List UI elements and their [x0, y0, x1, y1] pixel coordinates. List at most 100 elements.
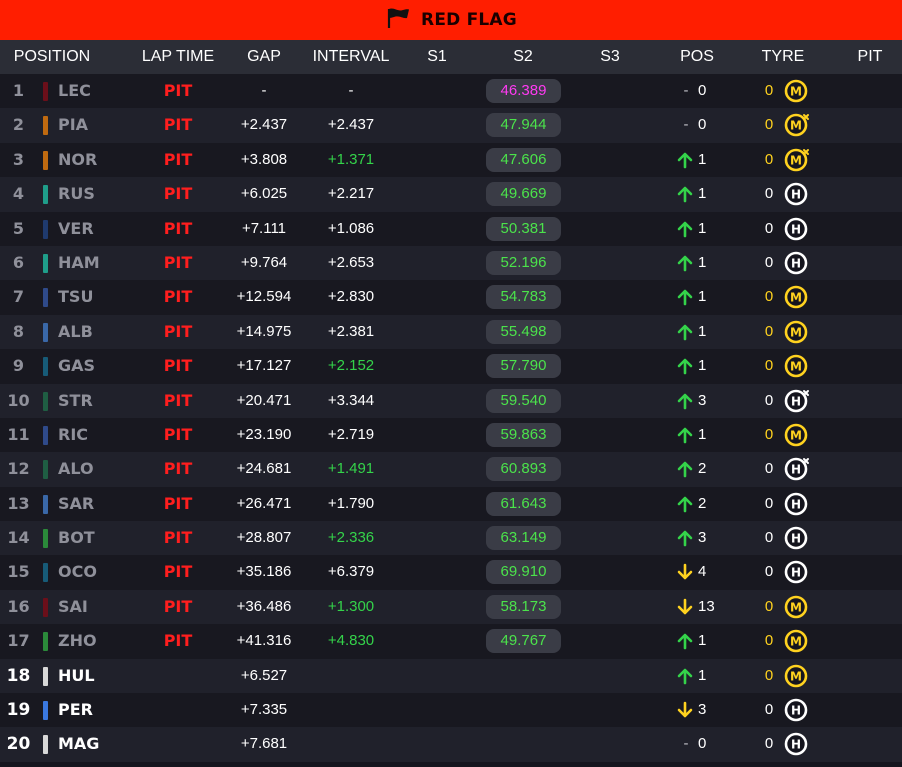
- team-color-bar: [43, 597, 48, 617]
- table-row[interactable]: 14 BOT PIT +28.807 +2.336 63.149 3 0 H: [0, 521, 902, 556]
- tyre-age: 0: [764, 494, 774, 512]
- lap-time-status: PIT: [163, 596, 193, 616]
- col-s2[interactable]: S2: [497, 40, 549, 74]
- col-tyre[interactable]: TYRE: [752, 40, 814, 74]
- team-color-bar: [43, 219, 48, 239]
- position-change: 1: [698, 425, 707, 443]
- driver-code: LEC: [58, 81, 91, 100]
- table-row[interactable]: 2 PIA PIT +2.437 +2.437 47.944-0 0 M: [0, 108, 902, 143]
- position-number: 3: [12, 149, 25, 169]
- sector-2-time: 59.863: [486, 422, 561, 447]
- team-color-bar: [43, 494, 48, 514]
- table-row[interactable]: 12 ALO PIT +24.681 +1.491 60.893 2 0 H: [0, 452, 902, 487]
- col-lap-time[interactable]: LAP TIME: [132, 40, 224, 74]
- table-row[interactable]: 7 TSU PIT +12.594 +2.830 54.783 1 0 M: [0, 280, 902, 315]
- sector-2-time: 47.606: [486, 147, 561, 172]
- driver-code: SAI: [58, 596, 88, 616]
- hard-tyre-icon: H: [783, 559, 811, 585]
- svg-text:H: H: [791, 566, 801, 580]
- lap-time-status: PIT: [163, 424, 193, 444]
- tyre-age: 0: [764, 219, 774, 237]
- svg-text:M: M: [790, 325, 802, 339]
- table-row[interactable]: 11 RIC PIT +23.190 +2.719 59.863 1 0 M: [0, 417, 902, 453]
- lap-time-status: PIT: [163, 390, 193, 410]
- svg-text:H: H: [791, 222, 801, 236]
- table-row[interactable]: 16 SAI PIT +36.486 +1.300 58.173 13 0 M: [0, 589, 902, 625]
- team-color-bar: [43, 322, 48, 342]
- tyre-age: 0: [764, 666, 774, 684]
- position-number: 6: [12, 252, 25, 272]
- table-row[interactable]: 4 RUS PIT +6.025 +2.217 49.669 1 0 H: [0, 177, 902, 212]
- table-row[interactable]: 20 MAG +7.681-0 0 H: [0, 727, 902, 762]
- sector-2-time: 60.893: [486, 457, 561, 482]
- tyre-age: 0: [764, 82, 774, 99]
- position-change: 1: [698, 357, 707, 375]
- driver-code: ALB: [58, 321, 93, 341]
- gap-value: +9.764: [240, 253, 288, 271]
- interval-value: +1.790: [327, 494, 375, 512]
- lap-time-status: PIT: [163, 356, 193, 376]
- driver-code: RUS: [58, 184, 95, 204]
- gap-value: +17.127: [236, 357, 292, 375]
- svg-text:M: M: [790, 153, 802, 167]
- column-header-bar: POSITION LAP TIME GAP INTERVAL S1 S2 S3 …: [0, 40, 902, 74]
- sector-2-time: 49.669: [486, 182, 561, 207]
- lap-time-status: [132, 727, 224, 761]
- team-color-bar: [43, 735, 48, 755]
- sector-2-time: 46.389: [486, 79, 561, 103]
- table-row[interactable]: 8 ALB PIT +14.975 +2.381 55.498 1 0 M: [0, 314, 902, 350]
- tyre-age: 0: [764, 701, 774, 719]
- lap-time-status: PIT: [163, 184, 193, 204]
- gap-value: +26.471: [236, 494, 292, 512]
- col-pos[interactable]: POS: [670, 40, 724, 74]
- table-row[interactable]: 19 PER +7.335 3 0 H: [0, 693, 902, 728]
- sector-2-time: 69.910: [486, 560, 561, 585]
- gap-value: +23.190: [236, 425, 292, 443]
- tyre-age: 0: [764, 563, 774, 581]
- svg-text:M: M: [790, 360, 802, 374]
- lap-time-status: PIT: [163, 252, 193, 272]
- sector-2-time: 63.149: [486, 526, 561, 551]
- table-row[interactable]: 9 GAS PIT +17.127 +2.152 57.790 1 0 M: [0, 349, 902, 384]
- position-change: 1: [698, 150, 707, 168]
- position-number: 20: [6, 734, 31, 755]
- medium-tyre-icon: M: [783, 78, 811, 104]
- table-row[interactable]: 13 SAR PIT +26.471 +1.790 61.643 2 0 H: [0, 486, 902, 522]
- col-interval[interactable]: INTERVAL: [306, 40, 396, 74]
- position-change: 2: [698, 460, 707, 478]
- lap-time-status: PIT: [163, 528, 193, 548]
- svg-text:H: H: [791, 463, 801, 477]
- hard-tyre-icon: H: [783, 525, 811, 551]
- hard-tyre-icon: H: [783, 731, 811, 757]
- table-row[interactable]: 6 HAM PIT +9.764 +2.653 52.196 1 0 H: [0, 245, 902, 281]
- svg-text:M: M: [790, 119, 802, 133]
- position-number: 7: [12, 287, 25, 307]
- interval-value: +6.379: [327, 563, 375, 581]
- driver-code: ZHO: [58, 631, 97, 651]
- svg-text:M: M: [790, 635, 802, 649]
- table-row[interactable]: 17 ZHO PIT +41.316 +4.830 49.767 1 0 M: [0, 624, 902, 659]
- col-position[interactable]: POSITION: [0, 40, 104, 74]
- table-row[interactable]: 3 NOR PIT +3.808 +1.371 47.606 1 0 M: [0, 142, 902, 178]
- medium-tyre-icon: M: [783, 422, 811, 448]
- table-row[interactable]: 10 STR PIT +20.471 +3.344 59.540 3 0 H: [0, 383, 902, 418]
- table-row[interactable]: 5 VER PIT +7.111 +1.086 50.381 1 0 H: [0, 211, 902, 246]
- team-color-bar: [43, 666, 48, 686]
- col-pit[interactable]: PIT: [845, 40, 895, 74]
- table-row[interactable]: 18 HUL +6.527 1 0 M: [0, 658, 902, 694]
- col-s1[interactable]: S1: [412, 40, 462, 74]
- table-row[interactable]: 1 LEC PIT - -46.389-0 0 M: [0, 74, 902, 109]
- team-color-bar: [43, 391, 48, 411]
- gap-value: +6.527: [240, 666, 288, 684]
- position-number: 12: [7, 459, 30, 479]
- gap-value: +7.111: [241, 219, 287, 237]
- position-change: 1: [698, 288, 707, 306]
- position-number: 19: [6, 700, 31, 721]
- svg-text:M: M: [790, 600, 802, 614]
- col-s3[interactable]: S3: [585, 40, 635, 74]
- col-gap[interactable]: GAP: [226, 40, 302, 74]
- gap-value: +36.486: [236, 597, 292, 615]
- team-color-bar: [43, 632, 48, 652]
- team-color-bar: [43, 288, 48, 308]
- table-row[interactable]: 15 OCO PIT +35.186 +6.379 69.910 4 0 H: [0, 555, 902, 590]
